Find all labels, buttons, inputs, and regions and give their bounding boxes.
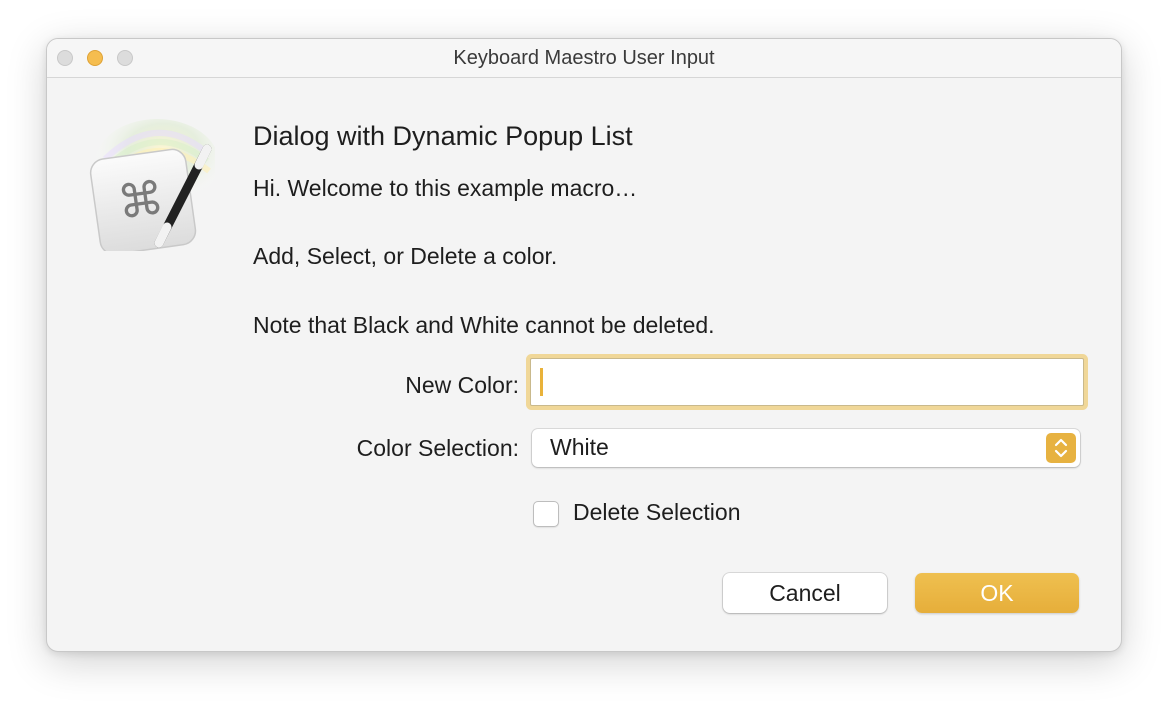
window-title: Keyboard Maestro User Input [453, 47, 715, 69]
color-selection-label: Color Selection: [356, 435, 519, 461]
dialog-window: Keyboard Maestro User Input ⌘ Dialog wit… [46, 38, 1122, 652]
message-line-3: Note that Black and White cannot be dele… [253, 312, 715, 338]
ok-button[interactable]: OK [915, 573, 1079, 613]
color-selection-value: White [550, 434, 609, 460]
dialog-heading: Dialog with Dynamic Popup List [253, 121, 633, 151]
new-color-label: New Color: [405, 372, 519, 398]
chevron-up-down-icon [1046, 433, 1076, 463]
title-bar: Keyboard Maestro User Input [47, 39, 1121, 78]
cancel-button[interactable]: Cancel [723, 573, 887, 613]
color-selection-popup[interactable]: White [532, 429, 1080, 467]
message-line-2: Add, Select, or Delete a color. [253, 243, 558, 269]
delete-selection-checkbox[interactable] [533, 501, 559, 527]
keyboard-maestro-app-icon: ⌘ [89, 119, 215, 251]
new-color-field[interactable] [530, 358, 1084, 406]
delete-selection-label[interactable]: Delete Selection [573, 499, 741, 526]
message-line-1: Hi. Welcome to this example macro… [253, 175, 638, 201]
text-caret [540, 368, 543, 396]
svg-text:⌘: ⌘ [114, 170, 167, 230]
